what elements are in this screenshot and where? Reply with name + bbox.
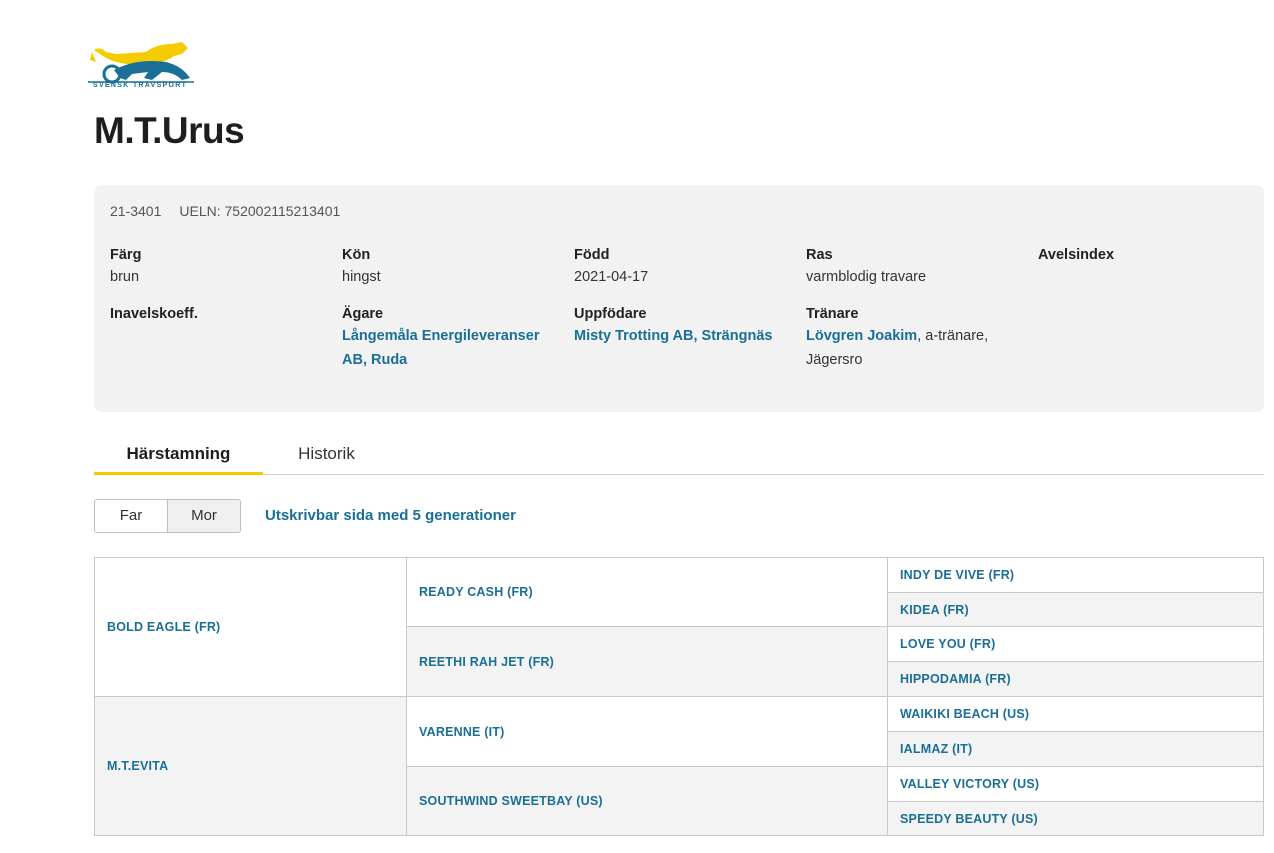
pedigree-gen3-8[interactable]: SPEEDY BEAUTY (US) (887, 801, 1264, 836)
inbreeding-field: Inavelskoeff. (110, 304, 330, 324)
pedigree-table: BOLD EAGLE (FR) M.T.EVITA READY CASH (FR… (94, 557, 1264, 836)
tab-pedigree[interactable]: Härstamning (94, 437, 263, 475)
breeder-field: Uppfödare Misty Trotting AB, Strängnäs (574, 304, 794, 348)
owner-field: Ägare Långemåla Energileveranser AB, Rud… (342, 304, 562, 372)
logo-wordmark: SVENSK TRAVSPORT (93, 82, 188, 89)
parent-toggle: Far Mor (94, 499, 241, 533)
pedigree-gen3-4[interactable]: HIPPODAMIA (FR) (887, 661, 1264, 697)
sex-field: Kön hingst (342, 245, 562, 289)
pedigree-dam-dam[interactable]: SOUTHWIND SWEETBAY (US) (406, 766, 888, 836)
pedigree-sire[interactable]: BOLD EAGLE (FR) (94, 557, 407, 697)
breed-value: varmblodig travare (806, 269, 927, 285)
inbreeding-label: Inavelskoeff. (110, 306, 198, 322)
breeder-link[interactable]: Misty Trotting AB, Strängnäs (574, 324, 794, 348)
pedigree-dam[interactable]: M.T.EVITA (94, 696, 407, 836)
owner-label: Ägare (342, 306, 384, 322)
pedigree-gen3-1[interactable]: INDY DE VIVE (FR) (887, 557, 1264, 593)
born-label: Född (574, 247, 610, 263)
pedigree-gen3-5[interactable]: WAIKIKI BEACH (US) (887, 696, 1264, 732)
trainer-link[interactable]: Lövgren Joakim (806, 328, 917, 344)
owner-name-line1: Långemåla Energileveranser (342, 328, 540, 344)
breed-field: Ras varmblodig travare (806, 245, 1026, 289)
color-value: brun (110, 269, 140, 285)
pedigree-dam-sire[interactable]: VARENNE (IT) (406, 696, 888, 767)
mother-button[interactable]: Mor (167, 500, 240, 532)
pedigree-gen3-6[interactable]: IALMAZ (IT) (887, 731, 1264, 767)
ueln-number: UELN: 752002115213401 (179, 203, 341, 219)
breeding-index-field: Avelsindex (1038, 245, 1258, 265)
sex-value: hingst (342, 269, 381, 285)
page-title: M.T.Urus (94, 110, 245, 151)
born-field: Född 2021-04-17 (574, 245, 794, 289)
father-button[interactable]: Far (95, 500, 167, 532)
pedigree-gen3-2[interactable]: KIDEA (FR) (887, 592, 1264, 627)
tab-history[interactable]: Historik (274, 437, 379, 475)
printable-pedigree-link[interactable]: Utskrivbar sida med 5 generationer (265, 507, 516, 524)
pedigree-sire-sire[interactable]: READY CASH (FR) (406, 557, 888, 627)
color-field: Färg brun (110, 245, 330, 289)
trainer-label: Tränare (806, 306, 859, 322)
trainer-license: , a-tränare, (917, 328, 989, 344)
registration-number: 21-3401 (110, 203, 162, 219)
born-value: 2021-04-17 (574, 269, 649, 285)
horse-info-panel: 21-3401 UELN: 752002115213401 Färg brun K… (94, 185, 1264, 412)
trainer-field: Tränare Lövgren Joakim, a-tränare, Jäger… (806, 304, 1026, 372)
breeder-label: Uppfödare (574, 306, 647, 322)
tab-bar: Härstamning Historik (94, 437, 1264, 475)
pedigree-sire-dam[interactable]: REETHI RAH JET (FR) (406, 626, 888, 697)
horse-ids: 21-3401 UELN: 752002115213401 (110, 203, 340, 219)
pedigree-gen3-7[interactable]: VALLEY VICTORY (US) (887, 766, 1264, 802)
owner-name-line2: AB, Ruda (342, 352, 408, 368)
sex-label: Kön (342, 247, 371, 263)
breeding-index-label: Avelsindex (1038, 247, 1115, 263)
pedigree-gen3-3[interactable]: LOVE YOU (FR) (887, 626, 1264, 662)
breed-label: Ras (806, 247, 833, 263)
owner-link[interactable]: Långemåla Energileveranser AB, Ruda (342, 324, 562, 372)
color-label: Färg (110, 247, 142, 263)
trainer-location: Jägersro (806, 352, 863, 368)
